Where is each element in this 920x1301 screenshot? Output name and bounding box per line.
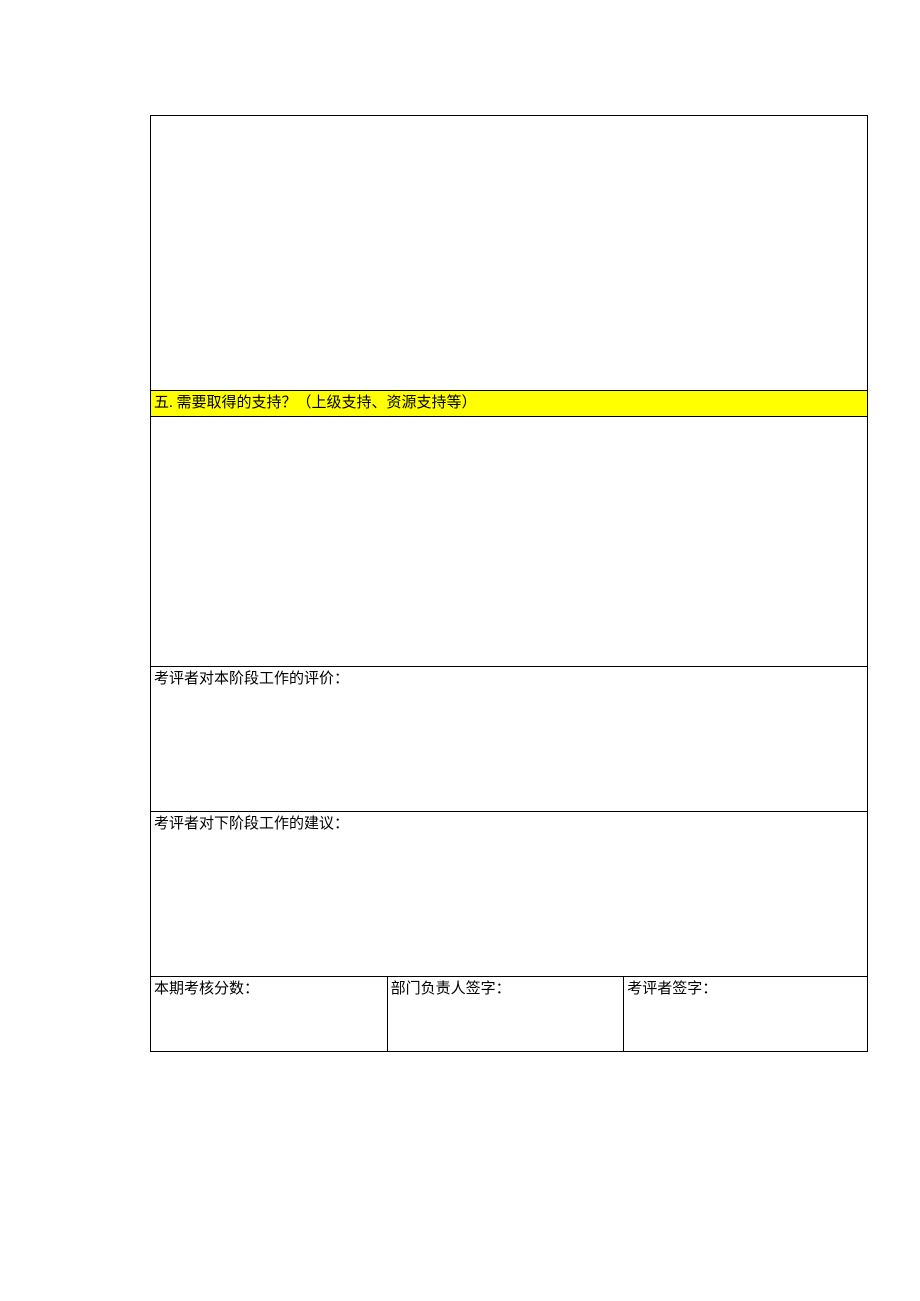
support-needed-label: 五. 需要取得的支持？（上级支持、资源支持等）	[154, 395, 477, 411]
dept-sign-label: 部门负责人签字：	[391, 981, 511, 997]
evaluation-form-table: 五. 需要取得的支持？（上级支持、资源支持等） 考评者对本阶段工作的评价： 考评…	[150, 115, 868, 1052]
score-label: 本期考核分数：	[154, 981, 259, 997]
blank-section-top	[151, 116, 868, 391]
support-needed-header: 五. 需要取得的支持？（上级支持、资源支持等）	[151, 391, 868, 417]
evaluator-sign-label: 考评者签字：	[627, 981, 717, 997]
evaluator-current-cell: 考评者对本阶段工作的评价：	[151, 667, 868, 812]
support-needed-content	[151, 417, 868, 667]
evaluator-sign-cell: 考评者签字：	[624, 977, 868, 1052]
evaluator-next-label: 考评者对下阶段工作的建议：	[154, 816, 349, 832]
evaluator-next-cell: 考评者对下阶段工作的建议：	[151, 812, 868, 977]
dept-sign-cell: 部门负责人签字：	[387, 977, 624, 1052]
evaluator-current-label: 考评者对本阶段工作的评价：	[154, 671, 349, 687]
score-cell: 本期考核分数：	[151, 977, 388, 1052]
